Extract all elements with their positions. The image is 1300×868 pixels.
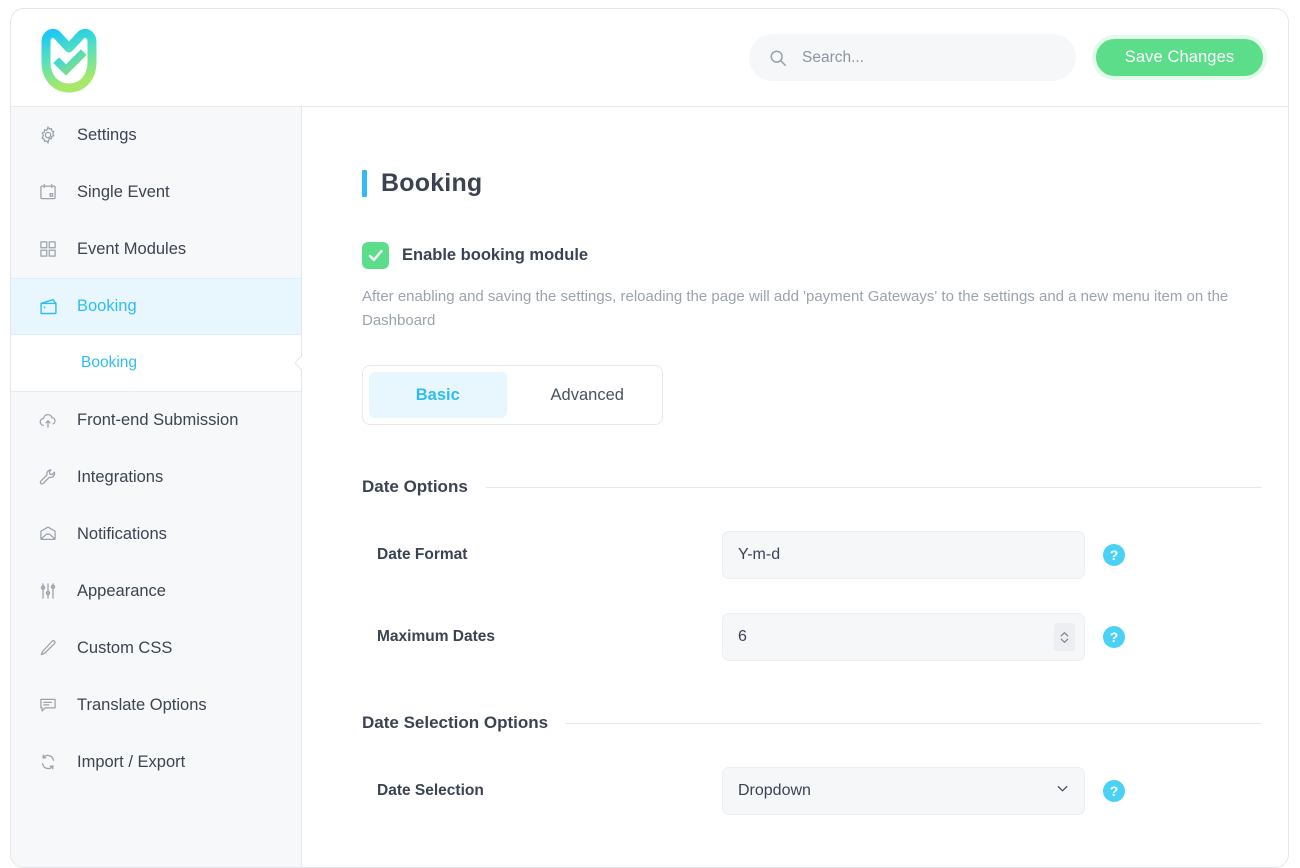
search-icon	[769, 49, 787, 67]
section-date-selection-options-header: Date Selection Options	[362, 713, 1262, 733]
date-format-label: Date Format	[377, 546, 468, 563]
sidebar-item-label: Notifications	[77, 524, 167, 543]
wrench-icon	[37, 466, 59, 488]
sidebar-item-appearance[interactable]: Appearance	[11, 563, 301, 620]
sidebar-item-front-end-submission[interactable]: Front-end Submission	[11, 392, 301, 449]
date-format-help-icon[interactable]: ?	[1103, 544, 1125, 566]
section-divider	[566, 722, 1262, 724]
settings-tabs: Basic Advanced	[362, 365, 663, 425]
refresh-icon	[37, 751, 59, 773]
date-selection-label: Date Selection	[377, 782, 484, 799]
page-title-row: Booking	[362, 169, 1288, 198]
date-format-control	[722, 531, 1085, 579]
date-selection-help-icon[interactable]: ?	[1103, 780, 1125, 802]
enable-booking-checkbox[interactable]	[362, 242, 389, 269]
chat-icon	[37, 694, 59, 716]
app-window: Save Changes Settings	[10, 8, 1289, 868]
maximum-dates-control	[722, 613, 1085, 661]
sidebar-item-event-modules[interactable]: Event Modules	[11, 221, 301, 278]
cloud-upload-icon	[37, 409, 59, 431]
sidebar-item-label: Translate Options	[77, 695, 207, 714]
maximum-dates-input[interactable]	[722, 613, 1085, 661]
date-selection-select[interactable]	[722, 767, 1085, 815]
number-stepper[interactable]	[1054, 623, 1075, 651]
maximum-dates-label: Maximum Dates	[377, 628, 496, 645]
date-format-input[interactable]	[722, 531, 1085, 579]
gear-icon	[37, 124, 59, 146]
sidebar-item-label: Integrations	[77, 467, 164, 486]
sidebar-item-label: Single Event	[77, 182, 170, 201]
field-row-date-selection: Date Selection ?	[362, 767, 1288, 815]
pencil-icon	[37, 637, 59, 659]
sidebar-item-import-export[interactable]: Import / Export	[11, 734, 301, 791]
field-row-maximum-dates: Maximum Dates ?	[362, 613, 1288, 661]
main-content: Booking Enable booking module After enab…	[302, 107, 1288, 867]
enable-booking-description: After enabling and saving the settings, …	[362, 288, 1229, 329]
sidebar-item-label: Custom CSS	[77, 638, 173, 657]
field-row-date-format: Date Format ?	[362, 531, 1288, 579]
enable-booking-label: Enable booking module	[402, 246, 589, 264]
sidebar-item-single-event[interactable]: Single Event	[11, 164, 301, 221]
enable-booking-row: Enable booking module	[362, 242, 1288, 269]
sidebar-item-integrations[interactable]: Integrations	[11, 449, 301, 506]
search-box[interactable]	[749, 34, 1076, 81]
sidebar-item-booking[interactable]: Booking	[11, 278, 301, 335]
wallet-icon	[37, 296, 59, 318]
maximum-dates-help-icon[interactable]: ?	[1103, 626, 1125, 648]
sidebar-item-custom-css[interactable]: Custom CSS	[11, 620, 301, 677]
section-title: Date Selection Options	[362, 713, 549, 732]
sidebar-item-label: Import / Export	[77, 752, 186, 771]
page-title: Booking	[381, 169, 483, 197]
sidebar-item-label: Event Modules	[77, 239, 187, 258]
sidebar-item-translate-options[interactable]: Translate Options	[11, 677, 301, 734]
app-body: Settings Single Event Event Modules Book…	[11, 107, 1288, 867]
sidebar-item-label: Booking	[77, 297, 137, 315]
tab-advanced[interactable]: Advanced	[519, 372, 657, 418]
grid-icon	[37, 238, 59, 260]
sidebar-item-label: Appearance	[77, 581, 166, 600]
calendar-icon	[37, 181, 59, 203]
sidebar: Settings Single Event Event Modules Book…	[11, 107, 311, 867]
sidebar-item-label: Settings	[77, 125, 137, 144]
shield-check-logo	[38, 26, 100, 96]
sidebar-item-notifications[interactable]: Notifications	[11, 506, 301, 563]
section-title: Date Options	[362, 477, 468, 496]
title-accent-bar	[362, 170, 367, 197]
sidebar-subitem-booking[interactable]: Booking	[11, 335, 311, 392]
search-input[interactable]	[800, 47, 1050, 68]
sidebar-item-label: Front-end Submission	[77, 410, 239, 429]
app-header: Save Changes	[11, 9, 1288, 107]
sidebar-subitem-label: Booking	[81, 354, 138, 371]
save-changes-button[interactable]: Save Changes	[1092, 35, 1267, 80]
date-selection-control	[722, 767, 1085, 815]
tab-basic[interactable]: Basic	[369, 372, 507, 418]
section-divider	[485, 486, 1262, 488]
sidebar-item-settings[interactable]: Settings	[11, 107, 301, 164]
sliders-icon	[37, 580, 59, 602]
section-date-options-header: Date Options	[362, 477, 1262, 497]
envelope-icon	[37, 523, 59, 545]
